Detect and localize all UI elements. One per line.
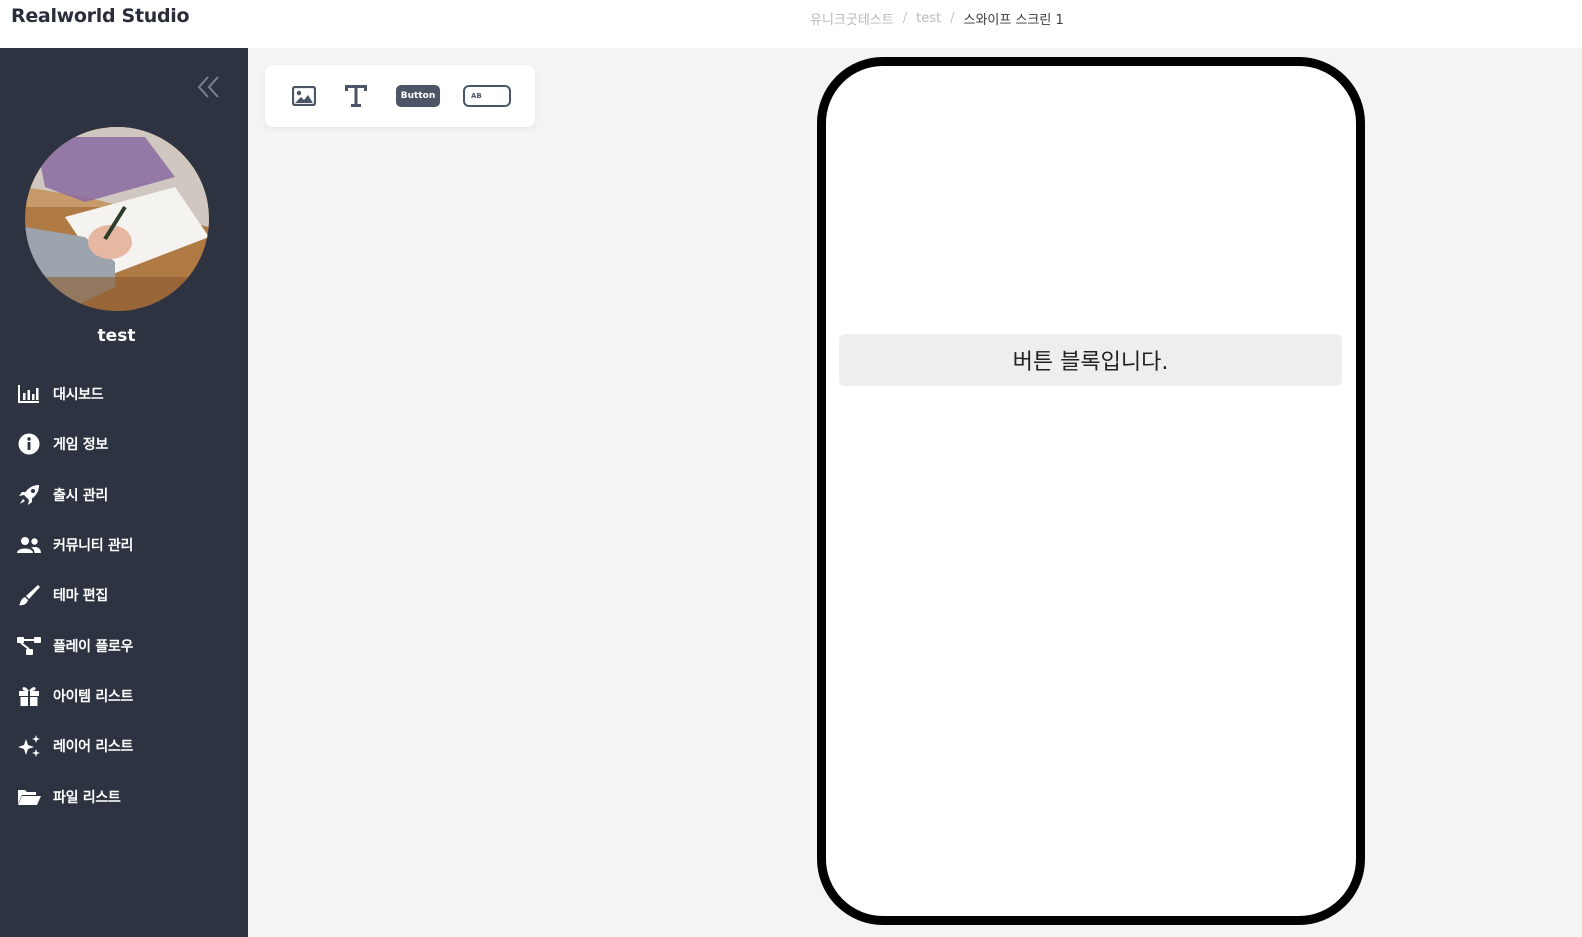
collapse-sidebar-button[interactable] — [196, 74, 222, 100]
users-icon — [17, 533, 41, 557]
sidebar-item-label: 대시보드 — [53, 387, 104, 404]
sidebar: test 대시보드 게임 정보 출시 관리 커뮤니티 관리 테마 편집 플레이 … — [0, 48, 248, 937]
sidebar-item-label: 게임 정보 — [53, 437, 108, 454]
sidebar-item-label: 플레이 플로우 — [53, 638, 134, 655]
sidebar-item-item-list[interactable]: 아이템 리스트 — [0, 671, 248, 721]
sidebar-item-label: 아이템 리스트 — [53, 688, 134, 705]
breadcrumb: 유니크굿테스트 / test / 스와이프 스크린 1 — [810, 9, 1064, 28]
avatar-photo — [25, 127, 209, 311]
text-tool[interactable] — [341, 65, 371, 127]
phone-canvas[interactable]: 버튼 블록입니다. — [817, 57, 1365, 925]
sidebar-item-game-info[interactable]: 게임 정보 — [0, 419, 248, 469]
breadcrumb-item-current: 스와이프 스크린 1 — [963, 13, 1064, 28]
double-chevron-left-icon — [197, 76, 219, 98]
image-tool[interactable] — [289, 65, 319, 127]
input-tool[interactable]: AB — [463, 65, 511, 127]
sidebar-item-theme[interactable]: 테마 편집 — [0, 570, 248, 620]
sidebar-item-community[interactable]: 커뮤니티 관리 — [0, 520, 248, 570]
sidebar-nav: 대시보드 게임 정보 출시 관리 커뮤니티 관리 테마 편집 플레이 플로우 아… — [0, 369, 248, 822]
profile-name: test — [97, 326, 136, 346]
brand-logo[interactable]: Realworld Studio — [11, 5, 190, 27]
gift-icon — [17, 684, 41, 708]
chart-bar-icon — [17, 382, 41, 406]
paintbrush-icon — [17, 583, 41, 607]
top-header: Realworld Studio 유니크굿테스트 / test / 스와이프 스… — [0, 0, 1582, 48]
flow-diagram-icon — [17, 634, 41, 658]
button-tool[interactable]: Button — [395, 65, 441, 127]
folder-open-icon — [17, 785, 41, 809]
button-block[interactable]: 버튼 블록입니다. — [839, 334, 1342, 386]
sidebar-item-play-flow[interactable]: 플레이 플로우 — [0, 620, 248, 670]
sidebar-item-dashboard[interactable]: 대시보드 — [0, 369, 248, 419]
info-circle-icon — [17, 432, 41, 456]
text-icon — [345, 85, 367, 107]
image-icon — [292, 86, 316, 106]
breadcrumb-item-game[interactable]: test — [916, 11, 941, 26]
sidebar-item-layer-list[interactable]: 레이어 리스트 — [0, 721, 248, 771]
breadcrumb-separator: / — [902, 11, 908, 26]
rocket-icon — [17, 483, 41, 507]
breadcrumb-item-project[interactable]: 유니크굿테스트 — [810, 9, 894, 28]
sidebar-item-release[interactable]: 출시 관리 — [0, 470, 248, 520]
sidebar-item-label: 레이어 리스트 — [53, 739, 134, 756]
sidebar-item-label: 파일 리스트 — [53, 789, 121, 806]
sidebar-item-label: 테마 편집 — [53, 588, 108, 605]
sidebar-item-label: 출시 관리 — [53, 487, 108, 504]
sparkles-icon — [17, 734, 41, 758]
input-tool-chip: AB — [463, 85, 511, 107]
button-tool-chip: Button — [396, 85, 440, 107]
sidebar-item-label: 커뮤니티 관리 — [53, 538, 134, 555]
breadcrumb-separator: / — [950, 11, 955, 26]
component-toolbox: Button AB — [265, 65, 535, 127]
sidebar-item-file-list[interactable]: 파일 리스트 — [0, 771, 248, 821]
avatar[interactable] — [25, 127, 209, 311]
